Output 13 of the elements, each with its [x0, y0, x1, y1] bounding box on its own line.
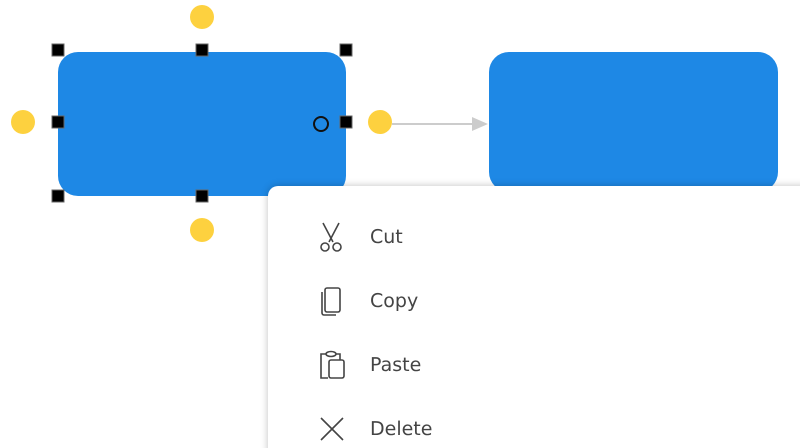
resize-handle[interactable] [196, 190, 208, 202]
menu-item[interactable]: Paste [268, 333, 800, 397]
menu-item[interactable]: Copy [268, 269, 800, 333]
resize-handle[interactable] [52, 190, 64, 202]
resize-handle[interactable] [340, 44, 352, 56]
resize-handle[interactable] [196, 44, 208, 56]
resize-handle[interactable] [340, 116, 352, 128]
menu-item[interactable]: Cut [268, 205, 800, 269]
rounded-rectangle-node[interactable] [58, 52, 346, 196]
port-circle[interactable] [313, 116, 329, 132]
resize-handle[interactable] [52, 44, 64, 56]
resize-handle[interactable] [52, 116, 64, 128]
menu-item[interactable]: Delete [268, 397, 800, 448]
